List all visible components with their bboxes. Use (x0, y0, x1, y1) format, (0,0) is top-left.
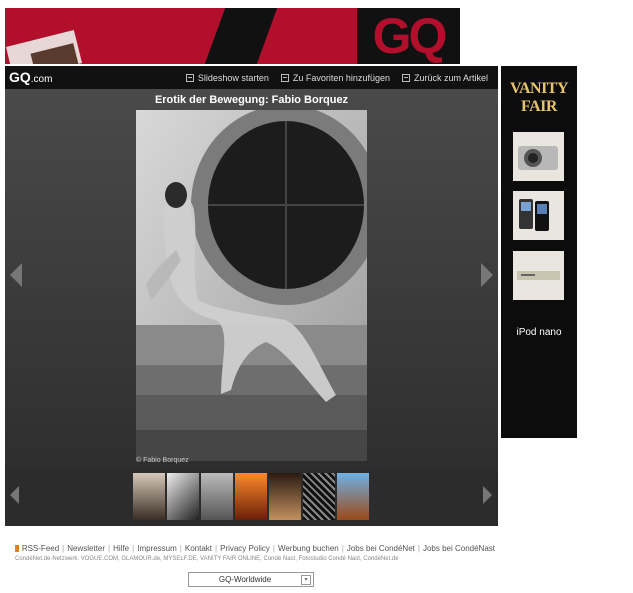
worldwide-select[interactable]: GQ-Worldwide ▾ (188, 572, 314, 587)
thumbnail[interactable] (337, 473, 369, 520)
gallery-topbar: GQ.com Slideshow starten Zu Favoriten hi… (5, 66, 498, 89)
vanity-fair-logo: VANITY FAIR (509, 80, 569, 115)
separator: | (215, 544, 218, 553)
footer: RSS-Feed | Newsletter | Hilfe | Impressum | … (15, 544, 495, 562)
ad-tagline: iPod nano (516, 327, 562, 338)
footer-links: RSS-Feed | Newsletter | Hilfe | Impressum | … (15, 544, 495, 553)
separator: | (62, 544, 65, 553)
thumbnail[interactable] (167, 473, 199, 520)
footer-link-newsletter[interactable]: Newsletter (67, 544, 105, 553)
separator: | (108, 544, 111, 553)
thumbnail[interactable] (303, 473, 335, 520)
thumbs-previous-icon[interactable] (10, 486, 19, 504)
separator: | (179, 544, 182, 553)
select-value: GQ-Worldwide (218, 575, 272, 584)
main-photo (136, 110, 367, 461)
add-favorites-link[interactable]: Zu Favoriten hinzufügen (280, 73, 390, 83)
top-banner-ad[interactable]: GQ (5, 8, 460, 64)
previous-arrow-icon[interactable] (10, 263, 22, 287)
back-to-article-link[interactable]: Zurück zum Artikel (401, 73, 488, 83)
photo-artwork (136, 110, 367, 461)
thumbnail[interactable] (235, 473, 267, 520)
box-icon (280, 73, 289, 82)
footer-link-jobs-condenet[interactable]: Jobs bei CondéNet (347, 544, 415, 553)
thumbnail[interactable] (133, 473, 165, 520)
footer-link-jobs-condenast[interactable]: Jobs bei CondéNast (423, 544, 495, 553)
photo-credit: © Fabio Borquez (136, 457, 189, 464)
thumbnail-list (133, 473, 369, 520)
thumbnail[interactable] (269, 473, 301, 520)
camera-product-image (513, 132, 564, 181)
gallery-actions: Slideshow starten Zu Favoriten hinzufüge… (185, 66, 488, 89)
separator: | (417, 544, 420, 553)
start-slideshow-link[interactable]: Slideshow starten (185, 73, 269, 83)
separator: | (272, 544, 275, 553)
footer-link-hilfe[interactable]: Hilfe (113, 544, 129, 553)
box-icon (185, 73, 194, 82)
footer-link-werbung[interactable]: Werbung buchen (278, 544, 339, 553)
banner-stripe (204, 8, 278, 64)
thumbs-next-icon[interactable] (483, 486, 492, 504)
photo-stage: Erotik der Bewegung: Fabio Borquez © Fab… (5, 89, 498, 469)
player-icon (517, 271, 560, 280)
vanity-fair-ad[interactable]: VANITY FAIR iPod nano (501, 66, 577, 438)
thumbnail-strip (5, 469, 498, 526)
separator: | (341, 544, 344, 553)
ipod-product-image (513, 191, 564, 240)
gallery-panel: GQ.com Slideshow starten Zu Favoriten hi… (5, 66, 498, 526)
rss-icon (15, 545, 19, 552)
footer-link-impressum[interactable]: Impressum (137, 544, 177, 553)
footer-link-privacy[interactable]: Privacy Policy (220, 544, 270, 553)
gallery-title: Erotik der Bewegung: Fabio Borquez (154, 94, 349, 106)
camera-icon (518, 146, 558, 170)
dvd-player-product-image (513, 251, 564, 300)
chevron-down-icon[interactable]: ▾ (301, 575, 311, 585)
ipod-icon (519, 199, 549, 231)
box-icon (401, 73, 410, 82)
next-arrow-icon[interactable] (481, 263, 493, 287)
gq-logo[interactable]: GQ.com (9, 69, 52, 88)
gq-banner-logo: GQ (357, 8, 460, 64)
thumbnail[interactable] (201, 473, 233, 520)
network-links[interactable]: CondéNet.de-Netzwerk: VOGUE.COM, GLAMOUR… (15, 556, 495, 562)
footer-link-rss[interactable]: RSS-Feed (22, 544, 59, 553)
footer-link-kontakt[interactable]: Kontakt (185, 544, 212, 553)
separator: | (132, 544, 135, 553)
